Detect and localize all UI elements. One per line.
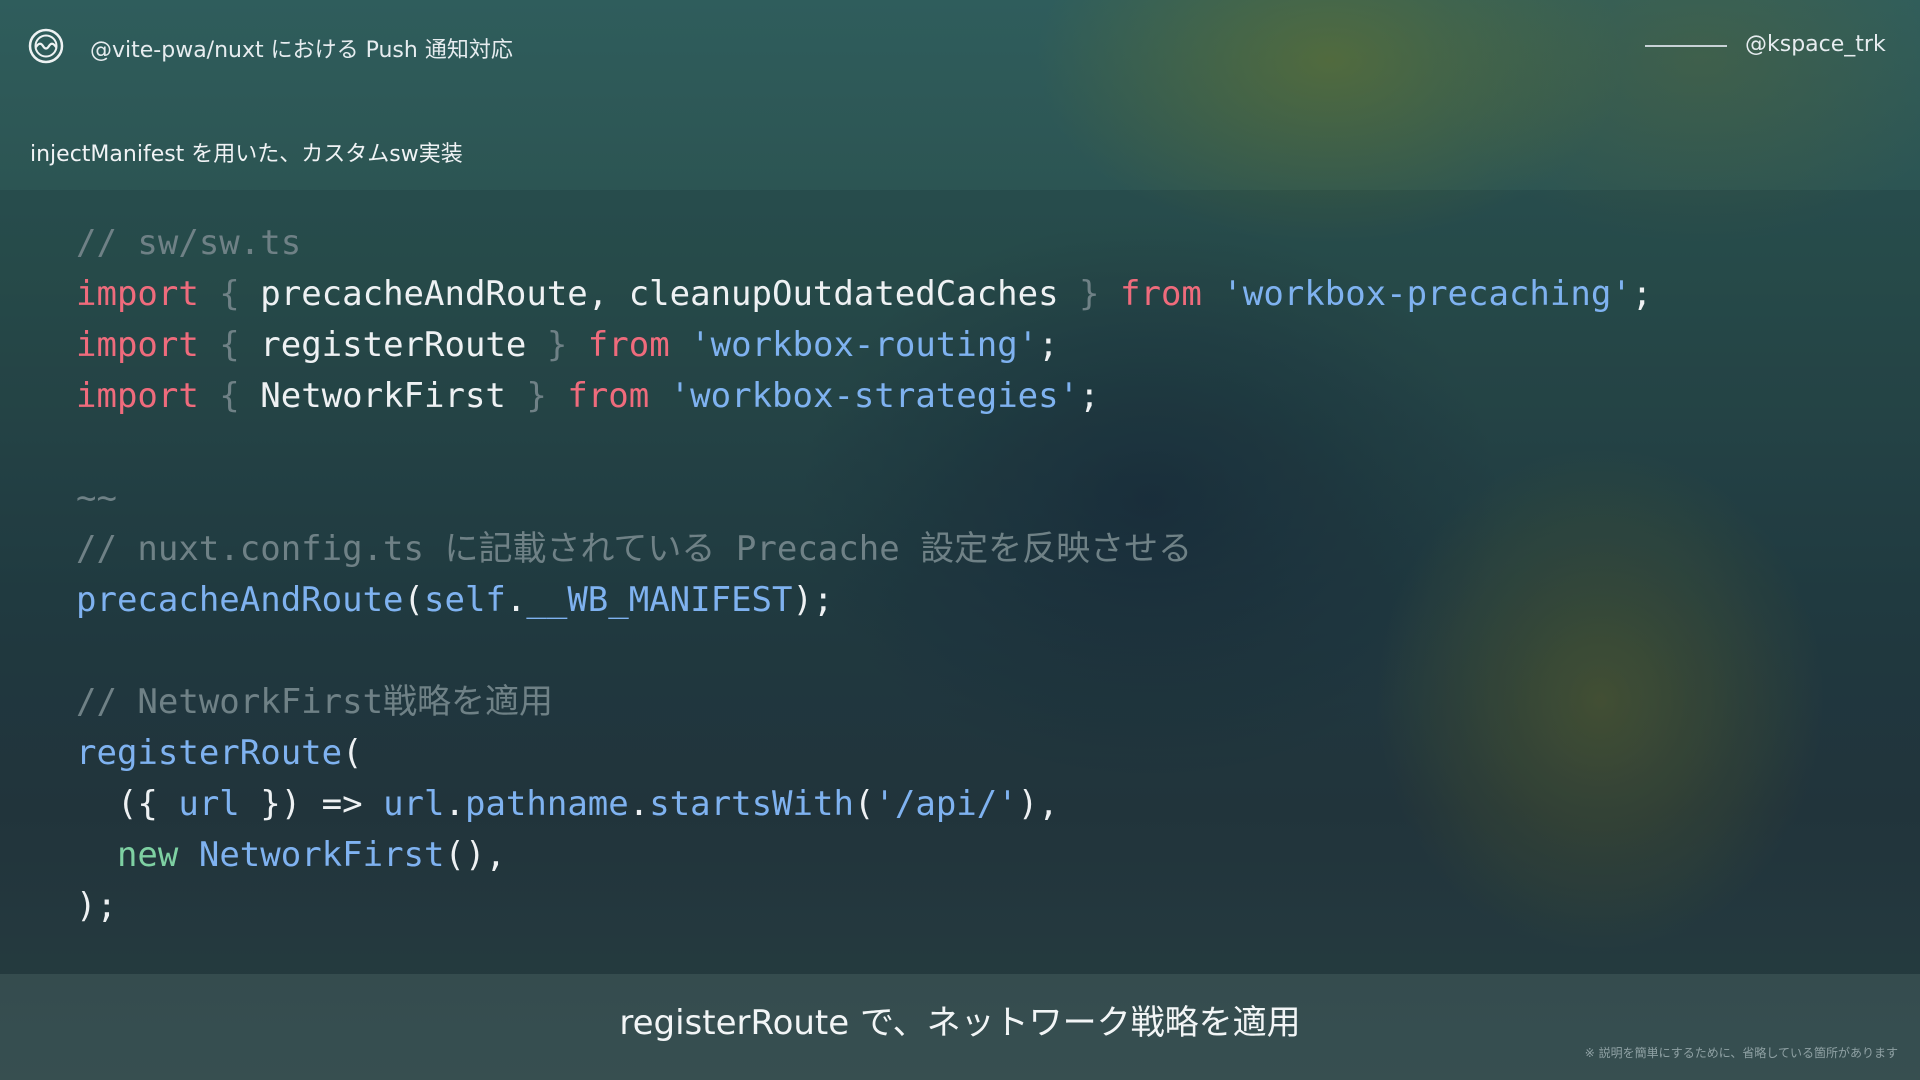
code-token: registerRoute	[76, 733, 343, 773]
code-token: }	[526, 325, 588, 365]
code-token: ;	[1631, 274, 1653, 314]
code-token: ;	[1079, 376, 1100, 416]
code-token: registerRoute	[260, 325, 527, 365]
code-token: startsWith	[649, 784, 854, 824]
code-token: (	[853, 784, 875, 824]
code-token: {	[198, 274, 261, 314]
code-token: import	[76, 325, 199, 365]
code-token: pathname	[464, 784, 629, 824]
wave-circle-logo-icon	[28, 28, 64, 64]
code-token: {	[198, 325, 261, 365]
code-line: ({ url }) => url.pathname.startsWith('/a…	[76, 779, 1652, 830]
code-token: .	[444, 784, 465, 824]
code-token: 'workbox-precaching'	[1222, 274, 1632, 314]
code-token: NetworkFirst	[260, 376, 506, 416]
code-token: from	[587, 325, 670, 365]
code-line: import { registerRoute } from 'workbox-r…	[76, 320, 1652, 371]
code-token: ),	[1017, 784, 1059, 824]
section-title: injectManifest を用いた、カスタムsw実装	[30, 142, 463, 167]
slide-header: @vite-pwa/nuxt における Push 通知対応 @kspace_tr…	[0, 0, 1920, 190]
code-line: precacheAndRoute(self.__WB_MANIFEST);	[76, 575, 1652, 626]
code-token: ({	[76, 784, 179, 824]
code-token: (	[342, 733, 363, 773]
code-line: // nuxt.config.ts に記載されている Precache 設定を反…	[76, 524, 1652, 575]
code-token: import	[76, 274, 199, 314]
code-token: }	[505, 376, 568, 416]
code-token: new	[116, 835, 179, 875]
code-line: ~~	[76, 473, 1652, 524]
code-token: url	[383, 784, 445, 824]
code-token: NetworkFirst	[198, 835, 445, 875]
code-token: from	[567, 376, 650, 416]
code-line: registerRoute(	[76, 728, 1652, 779]
code-token: precacheAndRoute, cleanupOutdatedCaches	[260, 274, 1059, 314]
code-line: // sw/sw.ts	[76, 218, 1652, 269]
code-token: 'workbox-routing'	[690, 325, 1039, 365]
code-token: .	[628, 784, 650, 824]
code-token: // NetworkFirst戦略を適用	[76, 682, 554, 722]
code-token: // nuxt.config.ts に記載されている Precache 設定を反…	[76, 529, 1193, 569]
code-line: import { NetworkFirst } from 'workbox-st…	[76, 371, 1652, 422]
deck-title: @vite-pwa/nuxt における Push 通知対応	[90, 38, 513, 63]
code-token: ;	[1038, 325, 1059, 365]
code-token: .	[505, 580, 527, 620]
code-block: // sw/sw.ts import { precacheAndRoute, cl…	[76, 218, 1652, 932]
code-token: self	[424, 580, 506, 620]
slide-caption: registerRoute で、ネットワーク戦略を適用	[619, 1003, 1301, 1043]
code-token: );	[76, 886, 117, 926]
code-token: 'workbox-strategies'	[669, 376, 1080, 416]
code-token: // sw/sw.ts	[76, 223, 302, 263]
author-handle: @kspace_trk	[1745, 32, 1886, 57]
code-line: import { precacheAndRoute, cleanupOutdat…	[76, 269, 1652, 320]
code-token: import	[76, 376, 199, 416]
code-token: {	[198, 376, 261, 416]
code-line: // NetworkFirst戦略を適用	[76, 677, 1652, 728]
code-token: '/api/'	[874, 784, 1018, 824]
code-line: );	[76, 881, 1652, 932]
code-token: (	[403, 580, 424, 620]
author-divider	[1645, 45, 1727, 47]
code-token: precacheAndRoute	[76, 580, 404, 620]
code-token: url	[178, 784, 240, 824]
code-token: (),	[444, 835, 506, 875]
code-line: new NetworkFirst(),	[76, 830, 1652, 881]
code-token: ~~	[76, 478, 117, 518]
code-token: }) =>	[239, 784, 384, 824]
code-token: }	[1058, 274, 1120, 314]
code-token: from	[1120, 274, 1202, 314]
code-token: __WB_MANIFEST	[526, 580, 793, 620]
footnote: ※ 説明を簡単にするために、省略している箇所があります	[1584, 1046, 1898, 1060]
code-token: );	[792, 580, 834, 620]
